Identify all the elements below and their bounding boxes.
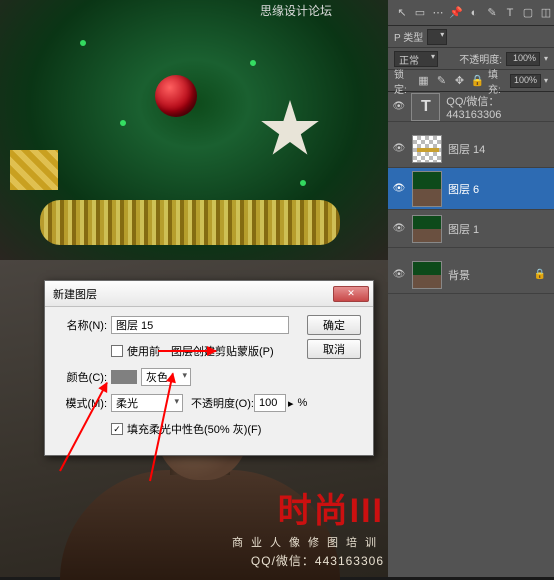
bottom-watermark: 时尚III 商业人像修图培训 QQ/微信：443163306 xyxy=(232,483,384,569)
shape-icon[interactable]: ▢ xyxy=(520,4,536,22)
brand-subtitle: 商业人像修图培训 xyxy=(232,534,384,550)
visibility-toggle[interactable]: 👁 xyxy=(392,222,406,236)
opacity-input[interactable] xyxy=(254,394,286,412)
layer-list: 👁 T QQ/微信：443163306 👁 图层 14 👁 图层 6 👁 图层 … xyxy=(388,92,554,294)
color-swatch[interactable] xyxy=(111,370,137,384)
blend-mode-select[interactable]: 正常 xyxy=(394,51,438,67)
gift-box xyxy=(10,150,58,190)
sparkle xyxy=(300,180,306,186)
visibility-toggle[interactable]: 👁 xyxy=(392,268,406,282)
red-ornament xyxy=(155,75,197,117)
color-label: 颜色(C): xyxy=(55,369,107,385)
opacity-stepper-icon[interactable]: ▸ xyxy=(288,397,294,410)
opacity-label: 不透明度(O): xyxy=(191,395,254,411)
layer-thumb xyxy=(412,215,442,243)
lock-icon: 🔒 xyxy=(534,269,546,280)
layer-name[interactable]: 图层 6 xyxy=(448,181,479,197)
visibility-toggle[interactable]: 👁 xyxy=(392,142,406,156)
visibility-toggle[interactable]: 👁 xyxy=(392,100,405,114)
layer-row[interactable]: 👁 T QQ/微信：443163306 xyxy=(388,92,554,122)
layer-thumb xyxy=(412,135,442,163)
dialog-titlebar[interactable]: 新建图层 ✕ xyxy=(45,281,373,307)
tinsel-decoration xyxy=(0,0,388,260)
brand-text: 时尚III xyxy=(232,483,384,532)
layer-thumb xyxy=(412,171,442,207)
gold-tinsel xyxy=(40,200,340,245)
lock-all-icon[interactable]: 🔒 xyxy=(470,72,485,90)
layer-thumb xyxy=(412,261,442,289)
sparkle xyxy=(120,120,126,126)
pin-icon[interactable]: 📌 xyxy=(448,4,464,22)
kind-filter[interactable] xyxy=(427,29,447,45)
fill-panel-label: 填充: xyxy=(488,66,507,96)
layer-row[interactable]: 👁 图层 1 xyxy=(388,210,554,248)
brush-icon[interactable]: ✎ xyxy=(484,4,500,22)
chevron-down-icon[interactable]: ▾ xyxy=(544,76,548,85)
name-label: 名称(N): xyxy=(55,317,107,333)
opacity-unit: % xyxy=(297,397,307,409)
layer-row[interactable]: 👁 背景 🔒 xyxy=(388,256,554,294)
move-tool-icon[interactable]: ↖ xyxy=(394,4,410,22)
fill-panel-value[interactable]: 100% xyxy=(510,74,541,88)
layer-row[interactable]: 👁 图层 6 xyxy=(388,168,554,210)
new-layer-dialog: 新建图层 ✕ 名称(N): 使用前一图层创建剪贴蒙版(P) 颜色(C): 灰色 … xyxy=(44,280,374,456)
layer-name[interactable]: 图层 1 xyxy=(448,221,479,237)
artboard-icon[interactable]: ▭ xyxy=(412,4,428,22)
dialog-close-button[interactable]: ✕ xyxy=(333,286,369,302)
adjust-icon[interactable]: ◐ xyxy=(466,4,482,22)
lock-row: 锁定: ▦ ✎ ✥ 🔒 填充: 100% ▾ xyxy=(388,70,554,92)
ok-button[interactable]: 确定 xyxy=(307,315,361,335)
layer-row[interactable]: 👁 图层 14 xyxy=(388,130,554,168)
brand-contact: QQ/微信：443163306 xyxy=(232,552,384,569)
fill-neutral-checkbox[interactable]: ✓ xyxy=(111,423,123,435)
layer-name[interactable]: QQ/微信：443163306 xyxy=(446,93,550,121)
sparkle xyxy=(80,40,86,46)
panel-type-row: P 类型 xyxy=(388,26,554,48)
annotation-arrow xyxy=(158,350,216,352)
cancel-button[interactable]: 取消 xyxy=(307,339,361,359)
opacity-panel-label: 不透明度: xyxy=(459,51,502,66)
smart-icon[interactable]: ◫ xyxy=(538,4,554,22)
lock-position-icon[interactable]: ✥ xyxy=(452,72,467,90)
layer-name[interactable]: 背景 xyxy=(448,267,470,283)
ellipsis-icon[interactable]: ⋯ xyxy=(430,4,446,22)
mode-select[interactable]: 柔光 xyxy=(111,394,183,412)
fill-neutral-label: 填充柔光中性色(50% 灰)(F) xyxy=(127,421,261,437)
visibility-toggle[interactable]: 👁 xyxy=(392,182,406,196)
lock-label: 锁定: xyxy=(394,66,413,96)
layer-name[interactable]: 图层 14 xyxy=(448,141,485,157)
type-label: P 类型 xyxy=(394,29,423,44)
layers-panel: ↖ ▭ ⋯ 📌 ◐ ✎ T ▢ ◫ P 类型 正常 不透明度: 100% ▾ 锁… xyxy=(388,0,554,577)
type-icon[interactable]: T xyxy=(502,4,518,22)
white-star xyxy=(260,100,320,160)
clip-mask-checkbox[interactable] xyxy=(111,345,123,357)
top-watermark-site: 思缘设计论坛 xyxy=(260,2,332,19)
lock-transparency-icon[interactable]: ▦ xyxy=(416,72,431,90)
sparkle xyxy=(250,60,256,66)
lock-brush-icon[interactable]: ✎ xyxy=(434,72,449,90)
panel-toolbar: ↖ ▭ ⋯ 📌 ◐ ✎ T ▢ ◫ xyxy=(388,0,554,26)
name-input[interactable] xyxy=(111,316,289,334)
dialog-title-text: 新建图层 xyxy=(53,286,97,302)
chevron-down-icon[interactable]: ▾ xyxy=(544,54,548,63)
layer-thumb-text: T xyxy=(411,93,440,121)
opacity-panel-value[interactable]: 100% xyxy=(506,52,540,66)
